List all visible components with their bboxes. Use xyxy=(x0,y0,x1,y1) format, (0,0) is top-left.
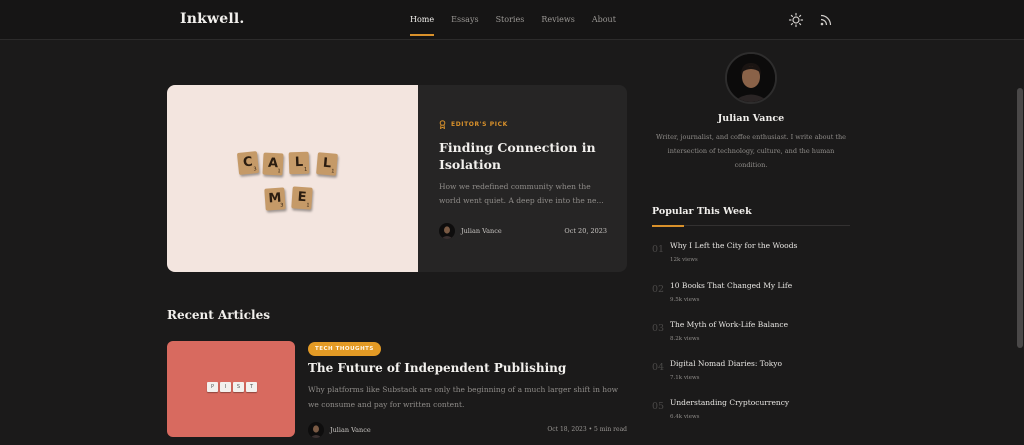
recent-articles-heading: Recent Articles xyxy=(167,308,270,322)
popular-title[interactable]: Why I Left the City for the Woods xyxy=(670,241,797,250)
popular-title[interactable]: Digital Nomad Diaries: Tokyo xyxy=(670,359,782,368)
scrollbar-thumb[interactable] xyxy=(1017,88,1023,348)
author-name[interactable]: Julian Vance xyxy=(461,227,502,235)
scrabble-tile: E1 xyxy=(291,186,313,210)
popular-views: 8.2k views xyxy=(670,336,700,342)
scrabble-tile: A1 xyxy=(262,152,284,176)
sun-icon[interactable] xyxy=(788,12,804,28)
popular-views: 12k views xyxy=(670,257,698,263)
nav-reviews[interactable]: Reviews xyxy=(541,0,575,40)
scrabble-tile: L1 xyxy=(316,152,338,176)
article-meta: Oct 18, 2023 • 5 min read xyxy=(547,426,627,433)
article-thumbnail[interactable]: P I S T xyxy=(167,341,295,437)
site-header: Inkwell. Home Essays Stories Reviews Abo… xyxy=(0,0,1024,40)
article-title[interactable]: The Future of Independent Publishing xyxy=(308,361,566,375)
editors-pick-badge: EDITOR'S PICK xyxy=(439,120,508,129)
popular-rank: 02 xyxy=(652,284,665,295)
main-nav: Home Essays Stories Reviews About xyxy=(410,0,633,40)
scrabble-tile: L1 xyxy=(288,151,310,175)
profile-avatar xyxy=(725,52,777,104)
featured-author: Julian Vance Oct 20, 2023 xyxy=(439,223,607,239)
nav-home[interactable]: Home xyxy=(410,0,435,40)
popular-rank: 04 xyxy=(652,362,665,373)
author-name[interactable]: Julian Vance xyxy=(330,426,371,434)
scrabble-tile: C3 xyxy=(236,151,260,175)
popular-rank: 03 xyxy=(652,323,665,334)
popular-heading: Popular This Week xyxy=(652,206,752,217)
popular-rank: 01 xyxy=(652,244,665,255)
award-icon xyxy=(439,120,446,129)
featured-article-card[interactable]: C3 A1 L1 L1 M3 E1 EDITOR'S PICK Finding … xyxy=(167,85,627,272)
author-avatar xyxy=(439,223,455,239)
keyboard-key: P xyxy=(207,382,218,392)
popular-divider-accent xyxy=(652,225,684,227)
profile-name: Julian Vance xyxy=(717,113,785,124)
featured-date: Oct 20, 2023 xyxy=(564,227,607,235)
popular-views: 7.1k views xyxy=(670,375,700,381)
keyboard-key: I xyxy=(220,382,231,392)
popular-rank: 05 xyxy=(652,401,665,412)
article-excerpt: Why platforms like Substack are only the… xyxy=(308,385,619,409)
keyboard-key: T xyxy=(246,382,257,392)
featured-title[interactable]: Finding Connection in Isolation xyxy=(439,139,614,173)
nav-stories[interactable]: Stories xyxy=(496,0,525,40)
author-avatar xyxy=(308,422,324,438)
editors-pick-label: EDITOR'S PICK xyxy=(451,121,508,128)
featured-image: C3 A1 L1 L1 M3 E1 xyxy=(167,85,418,272)
popular-title[interactable]: The Myth of Work-Life Balance xyxy=(670,320,788,329)
popular-item[interactable]: 02 10 Books That Changed My Life 9.5k vi… xyxy=(652,281,850,311)
nav-essays[interactable]: Essays xyxy=(451,0,478,40)
popular-item[interactable]: 01 Why I Left the City for the Woods 12k… xyxy=(652,241,850,271)
keyboard-key: S xyxy=(233,382,244,392)
popular-item[interactable]: 05 Understanding Cryptocurrency 6.4k vie… xyxy=(652,398,850,428)
nav-about[interactable]: About xyxy=(592,0,616,40)
popular-views: 9.5k views xyxy=(670,297,700,303)
featured-excerpt: How we redefined community when the worl… xyxy=(439,182,604,205)
popular-views: 6.4k views xyxy=(670,414,700,420)
popular-item[interactable]: 04 Digital Nomad Diaries: Tokyo 7.1k vie… xyxy=(652,359,850,389)
rss-icon[interactable] xyxy=(818,12,834,28)
site-logo[interactable]: Inkwell. xyxy=(180,11,245,27)
article-author: Julian Vance Oct 18, 2023 • 5 min read xyxy=(308,422,627,438)
profile-bio: Writer, journalist, and coffee enthusias… xyxy=(655,133,847,169)
popular-item[interactable]: 03 The Myth of Work-Life Balance 8.2k vi… xyxy=(652,320,850,350)
category-tag[interactable]: TECH THOUGHTS xyxy=(308,342,381,356)
popular-title[interactable]: 10 Books That Changed My Life xyxy=(670,281,792,290)
popular-title[interactable]: Understanding Cryptocurrency xyxy=(670,398,789,407)
scrabble-tile: M3 xyxy=(264,187,286,211)
